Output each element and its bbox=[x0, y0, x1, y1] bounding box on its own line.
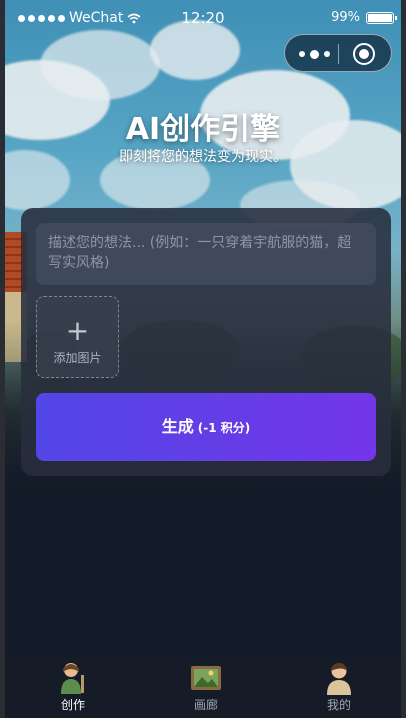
add-image-button[interactable]: + 添加图片 bbox=[36, 296, 119, 378]
generate-cost: (-1 积分) bbox=[197, 421, 251, 435]
tab-bar: 创作 画廊 我的 bbox=[0, 658, 406, 718]
user-avatar-icon bbox=[327, 663, 351, 695]
status-bar: WeChat 12:20 99% bbox=[0, 0, 406, 36]
battery-percent: 99% bbox=[331, 10, 360, 25]
picture-frame-icon bbox=[191, 666, 221, 690]
window-edge-right bbox=[401, 0, 406, 718]
generate-label: 生成 bbox=[161, 417, 194, 436]
tab-profile[interactable]: 我的 bbox=[299, 660, 379, 713]
target-circle-icon[interactable] bbox=[353, 43, 375, 65]
plus-icon: + bbox=[65, 314, 90, 347]
battery-icon bbox=[366, 11, 397, 24]
tab-create-label: 创作 bbox=[60, 698, 85, 712]
add-image-label: 添加图片 bbox=[53, 351, 102, 365]
app-screen: WeChat 12:20 99% AI创作引擎 即刻将您的想法变为现实。 描述您… bbox=[0, 0, 406, 718]
tab-create[interactable]: 创作 bbox=[33, 660, 113, 713]
page-subtitle: 即刻将您的想法变为现实。 bbox=[119, 149, 287, 165]
creation-card: 描述您的想法... (例如：一只穿着宇航服的猫，超写实风格) + 添加图片 生成… bbox=[21, 208, 391, 476]
window-edge-left bbox=[0, 0, 5, 718]
more-dots-icon[interactable] bbox=[299, 48, 337, 60]
page-title: AI创作引擎 bbox=[125, 112, 281, 147]
miniprogram-capsule bbox=[284, 34, 392, 72]
tab-gallery-label: 画廊 bbox=[193, 698, 218, 712]
prompt-input[interactable]: 描述您的想法... (例如：一只穿着宇航服的猫，超写实风格) bbox=[36, 223, 376, 285]
tab-profile-label: 我的 bbox=[326, 698, 351, 712]
capsule-divider bbox=[338, 44, 339, 64]
creator-avatar-icon bbox=[61, 663, 84, 694]
tab-gallery[interactable]: 画廊 bbox=[166, 660, 246, 713]
generate-button[interactable]: 生成 (-1 积分) bbox=[36, 393, 376, 461]
